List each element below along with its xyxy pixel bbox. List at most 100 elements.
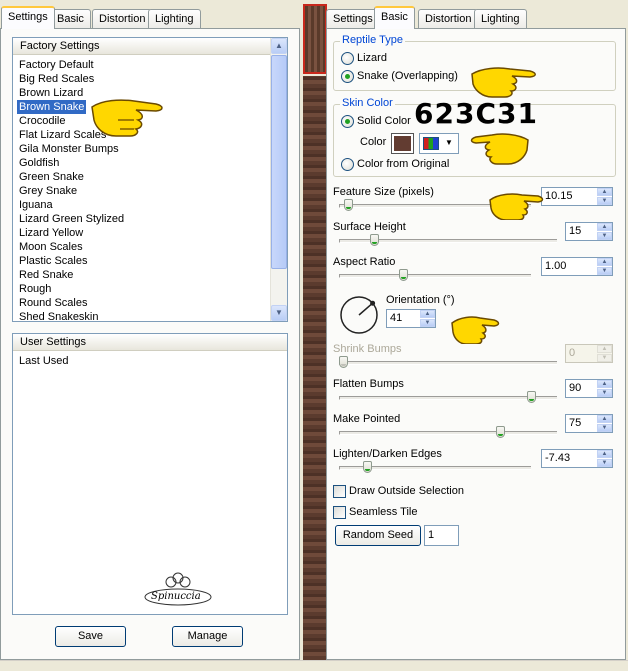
orientation-spinbox[interactable]: 41 ▲ ▼ — [386, 309, 436, 328]
lighten-darken-spinbox[interactable]: -7.43 ▲ ▼ — [541, 449, 613, 468]
random-seed-input[interactable]: 1 — [424, 525, 459, 546]
aspect-ratio-slider[interactable] — [399, 269, 409, 281]
random-seed-button[interactable]: Random Seed — [335, 525, 421, 546]
make-pointed-track[interactable] — [339, 431, 557, 435]
scroll-thumb[interactable] — [271, 55, 287, 269]
color-from-original-radio[interactable] — [341, 158, 354, 171]
factory-settings-list[interactable]: Factory Settings Factory Default Big Red … — [12, 37, 288, 324]
lizard-radio[interactable] — [341, 52, 354, 65]
list-item[interactable]: Lizard Green Stylized — [17, 212, 126, 226]
spin-down-icon[interactable]: ▼ — [597, 197, 612, 205]
orientation-dial[interactable] — [339, 295, 379, 335]
manage-button[interactable]: Manage — [172, 626, 243, 647]
palette-dropdown[interactable]: ▼ — [419, 133, 459, 154]
spin-up-icon[interactable]: ▲ — [597, 450, 612, 458]
list-item[interactable]: Green Snake — [17, 170, 86, 184]
spin-up-icon[interactable]: ▲ — [597, 380, 612, 388]
pointing-hand-icon — [90, 94, 168, 141]
right-tab-lighting[interactable]: Lighting — [474, 9, 527, 29]
scroll-up-icon[interactable]: ▲ — [271, 38, 287, 54]
solid-color-radio[interactable] — [341, 115, 354, 128]
list-item[interactable]: Goldfish — [17, 156, 61, 170]
spin-up-icon[interactable]: ▲ — [597, 258, 612, 266]
reptile-type-legend: Reptile Type — [340, 34, 405, 46]
draw-outside-selection-label[interactable]: Draw Outside Selection — [349, 485, 464, 497]
seamless-tile-checkbox[interactable] — [333, 506, 346, 519]
make-pointed-spinbox[interactable]: 75 ▲ ▼ — [565, 414, 613, 433]
palette-icon — [423, 137, 439, 150]
color-swatch-button[interactable] — [391, 133, 414, 154]
list-item[interactable]: Gila Monster Bumps — [17, 142, 121, 156]
surface-height-label: Surface Height — [333, 221, 406, 233]
list-item[interactable]: Plastic Scales — [17, 254, 89, 268]
snake-overlapping-label[interactable]: Snake (Overlapping) — [357, 70, 458, 82]
left-tab-lighting[interactable]: Lighting — [148, 9, 201, 29]
lizard-label[interactable]: Lizard — [357, 52, 387, 64]
list-item[interactable]: Iguana — [17, 198, 55, 212]
draw-outside-selection-checkbox[interactable] — [333, 485, 346, 498]
shrink-bumps-spinbox: 0 ▲ ▼ — [565, 344, 613, 363]
left-tab-distortion[interactable]: Distortion — [92, 9, 153, 29]
watermark-logo: Spinuccia — [141, 570, 216, 608]
right-tab-basic[interactable]: Basic — [374, 6, 415, 29]
flatten-bumps-label: Flatten Bumps — [333, 378, 404, 390]
surface-height-slider[interactable] — [370, 234, 380, 246]
spin-down-icon[interactable]: ▼ — [597, 232, 612, 240]
preview-thumbnail[interactable] — [303, 4, 327, 74]
list-item[interactable]: Lizard Yellow — [17, 226, 85, 240]
spin-up-icon[interactable]: ▲ — [420, 310, 435, 318]
right-tab-distortion[interactable]: Distortion — [418, 9, 479, 29]
list-item[interactable]: Round Scales — [17, 296, 90, 310]
flatten-bumps-value: 90 — [569, 382, 582, 394]
spin-down-icon[interactable]: ▼ — [597, 424, 612, 432]
snake-overlapping-radio[interactable] — [341, 70, 354, 83]
pointing-hand-icon — [488, 188, 546, 223]
aspect-ratio-label: Aspect Ratio — [333, 256, 396, 268]
color-swatch — [394, 136, 411, 151]
user-settings-list[interactable]: User Settings Last Used Spinuccia — [12, 333, 288, 615]
list-item[interactable]: Moon Scales — [17, 240, 85, 254]
list-item[interactable]: Grey Snake — [17, 184, 79, 198]
spin-down-icon[interactable]: ▼ — [597, 267, 612, 275]
list-item[interactable]: Brown Snake — [17, 100, 87, 114]
aspect-ratio-track[interactable] — [339, 274, 531, 278]
make-pointed-slider[interactable] — [495, 426, 505, 438]
list-item[interactable]: Factory Default — [17, 58, 96, 72]
aspect-ratio-spinbox[interactable]: 1.00 ▲ ▼ — [541, 257, 613, 276]
feature-size-value: 10.15 — [545, 190, 573, 202]
list-item[interactable]: Rough — [17, 282, 53, 296]
spin-up-icon[interactable]: ▲ — [597, 188, 612, 196]
scroll-down-icon[interactable]: ▼ — [271, 305, 287, 321]
list-item[interactable]: Big Red Scales — [17, 72, 96, 86]
lighten-darken-slider[interactable] — [362, 461, 372, 473]
list-item[interactable]: Red Snake — [17, 268, 75, 282]
spin-up-icon[interactable]: ▲ — [597, 223, 612, 231]
list-item[interactable]: Brown Lizard — [17, 86, 85, 100]
factory-settings-header: Factory Settings — [13, 38, 287, 55]
lighten-darken-value: -7.43 — [545, 452, 571, 464]
spin-down-icon[interactable]: ▼ — [420, 319, 435, 327]
surface-height-spinbox[interactable]: 15 ▲ ▼ — [565, 222, 613, 241]
user-settings-header: User Settings — [13, 334, 287, 351]
list-item[interactable]: Crocodile — [17, 114, 67, 128]
list-item[interactable]: Shed Snakeskin — [17, 310, 101, 324]
flatten-bumps-slider[interactable] — [527, 391, 537, 403]
solid-color-label[interactable]: Solid Color — [357, 115, 411, 127]
spin-up-icon[interactable]: ▲ — [597, 415, 612, 423]
color-from-original-label[interactable]: Color from Original — [357, 158, 449, 170]
list-item[interactable]: Last Used — [17, 354, 71, 368]
flatten-bumps-track[interactable] — [339, 396, 557, 400]
watermark-text: Spinuccia — [151, 591, 201, 602]
seamless-tile-label[interactable]: Seamless Tile — [349, 506, 417, 518]
spin-down-icon[interactable]: ▼ — [597, 389, 612, 397]
right-tab-settings[interactable]: Settings — [326, 9, 380, 29]
spin-down-icon[interactable]: ▼ — [597, 459, 612, 467]
save-button[interactable]: Save — [55, 626, 126, 647]
orientation-label: Orientation (°) — [386, 294, 455, 306]
left-tab-basic[interactable]: Basic — [50, 9, 91, 29]
left-tab-settings[interactable]: Settings — [1, 6, 55, 29]
flatten-bumps-spinbox[interactable]: 90 ▲ ▼ — [565, 379, 613, 398]
shrink-bumps-slider — [339, 356, 348, 368]
feature-size-spinbox[interactable]: 10.15 ▲ ▼ — [541, 187, 613, 206]
factory-list-scrollbar[interactable]: ▲ ▼ — [270, 38, 287, 321]
